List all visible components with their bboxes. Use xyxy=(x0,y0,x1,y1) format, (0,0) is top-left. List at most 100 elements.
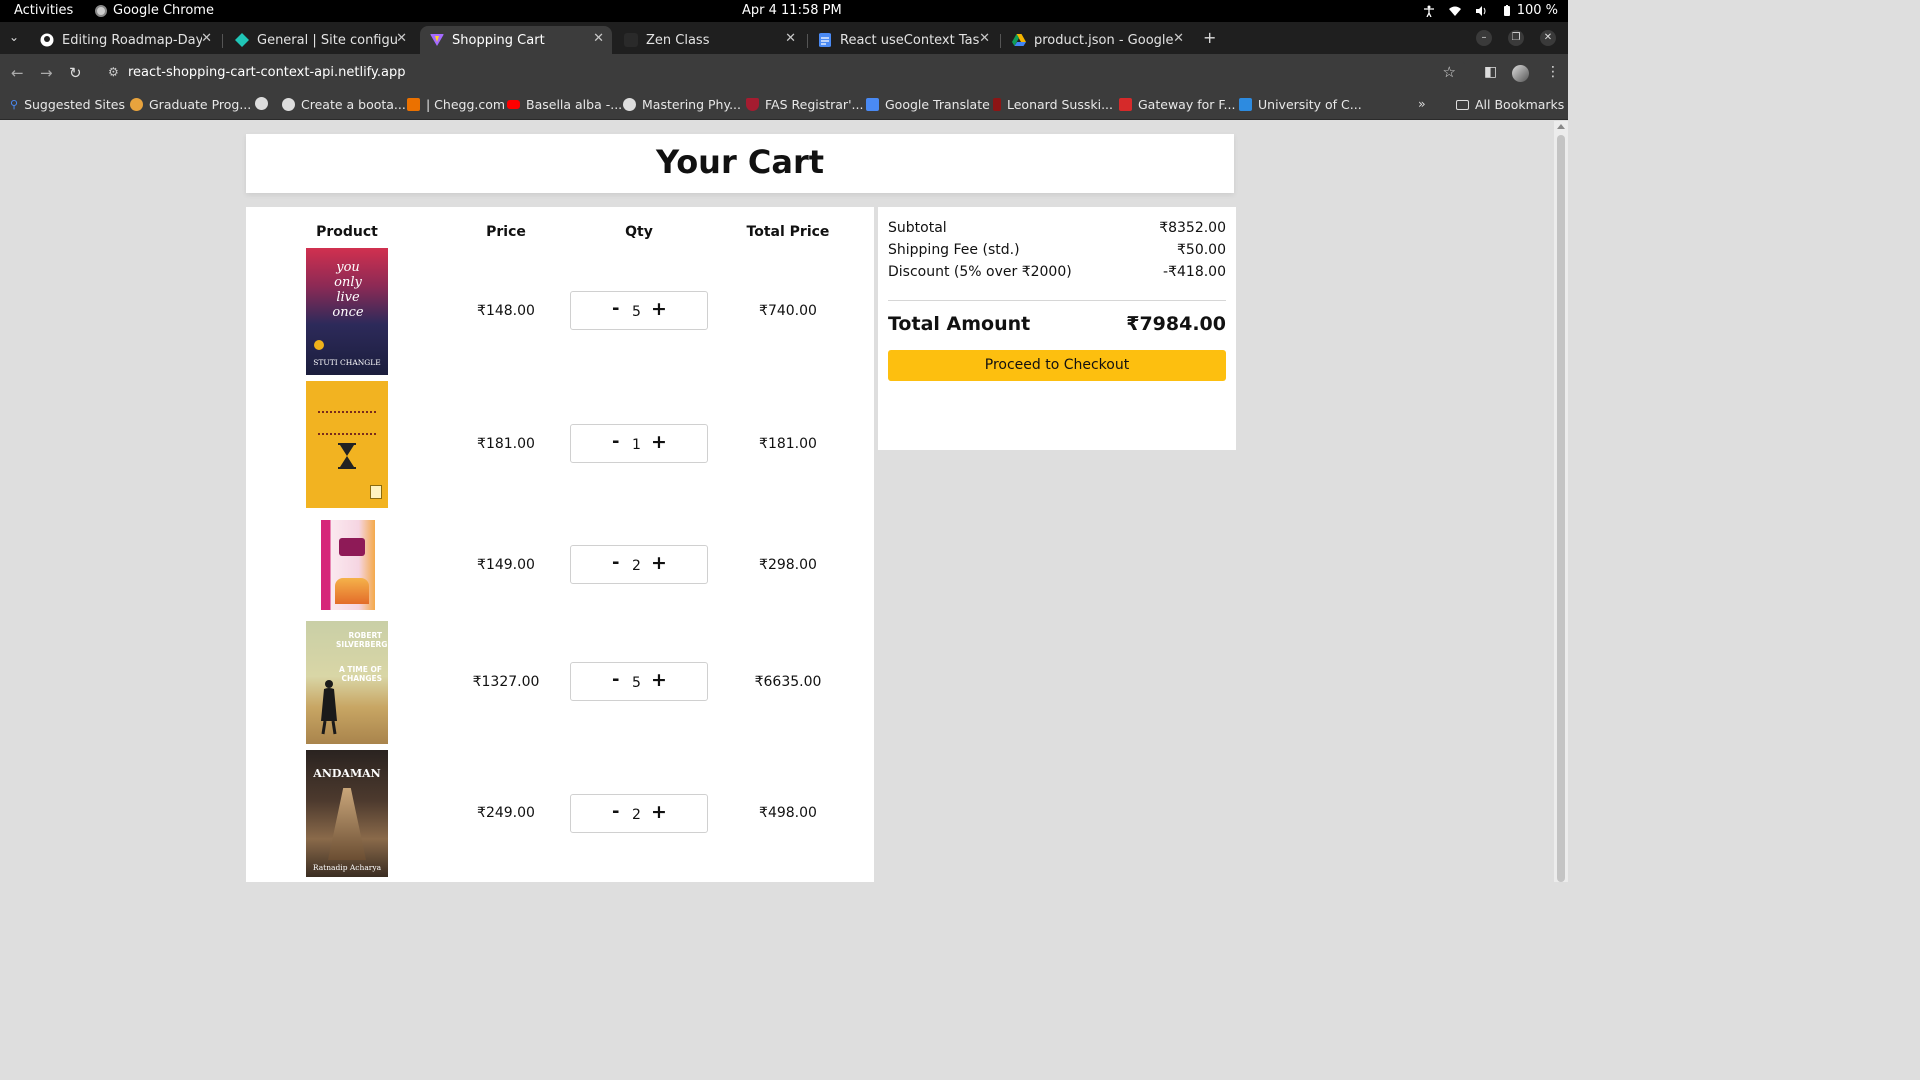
book-cover-image xyxy=(321,520,375,610)
battery-icon xyxy=(1503,4,1510,16)
university-icon xyxy=(1239,98,1252,111)
new-tab-button[interactable]: + xyxy=(1203,28,1216,47)
increase-qty-button[interactable]: + xyxy=(651,431,667,453)
activities-button[interactable]: Activities xyxy=(14,3,73,18)
restore-button[interactable]: ❐ xyxy=(1508,30,1524,46)
tab-title: Shopping Cart xyxy=(452,32,545,48)
cart-items-table: Product Price Qty Total Price you only l… xyxy=(246,207,874,882)
bookmark-star-icon[interactable]: ☆ xyxy=(1443,63,1456,81)
tab-zen-class[interactable]: Zen Class ✕ xyxy=(614,26,804,54)
app-name: Google Chrome xyxy=(113,3,214,18)
decrease-qty-button[interactable]: - xyxy=(612,669,619,690)
tab-site-configuration[interactable]: General | Site configurat ✕ xyxy=(225,26,415,54)
decrease-qty-button[interactable]: - xyxy=(612,801,619,822)
book-cover-image: you only live once STUTI CHANGLE xyxy=(306,248,388,375)
bookmark-suggested-sites[interactable]: ⚲ Suggested Sites xyxy=(10,97,125,112)
cover-title-text: you only live once xyxy=(332,260,364,320)
page-title: Your Cart xyxy=(655,143,825,181)
quantity-value: 5 xyxy=(632,675,641,691)
cover-corridor xyxy=(328,788,366,860)
site-info-icon[interactable]: ⚙ xyxy=(108,65,119,79)
cart-header: Your Cart xyxy=(246,134,1234,193)
close-icon[interactable]: ✕ xyxy=(785,31,796,46)
bookmark-google-translate[interactable]: Google Translate xyxy=(866,97,990,112)
shield-icon xyxy=(746,98,759,111)
reload-button[interactable]: ↻ xyxy=(69,64,82,82)
all-bookmarks-button[interactable]: All Bookmarks xyxy=(1456,97,1564,112)
increase-qty-button[interactable]: + xyxy=(651,669,667,691)
tab-shopping-cart[interactable]: Shopping Cart ✕ xyxy=(420,26,612,54)
cover-author-text: Ratnadip Acharya xyxy=(312,863,382,872)
close-icon[interactable]: ✕ xyxy=(201,31,212,46)
profile-avatar[interactable] xyxy=(1512,65,1529,82)
more-bookmarks-chevron-icon[interactable]: » xyxy=(1418,96,1426,111)
close-icon[interactable]: ✕ xyxy=(593,31,604,46)
quantity-stepper: - 2 + xyxy=(570,545,708,584)
close-window-button[interactable]: ✕ xyxy=(1540,30,1556,46)
discount-value: -₹418.00 xyxy=(1163,264,1226,280)
book-cover-image: ANDAMAN Ratnadip Acharya xyxy=(306,750,388,877)
proceed-to-checkout-button[interactable]: Proceed to Checkout xyxy=(888,350,1226,381)
back-button[interactable]: ← xyxy=(11,64,24,82)
bookmark-leonard-susskind[interactable]: Leonard Susski... xyxy=(993,97,1113,112)
volume-icon xyxy=(1475,5,1486,16)
minimize-button[interactable]: – xyxy=(1476,30,1492,46)
bookmark-chegg[interactable]: | Chegg.com xyxy=(407,97,505,112)
table-row: ₹149.00 - 2 + ₹298.00 xyxy=(246,520,874,610)
page-scrollbar[interactable] xyxy=(1554,121,1568,882)
table-row: you only live once STUTI CHANGLE ₹148.00… xyxy=(246,248,874,375)
bookmark-graduate-prog[interactable]: Graduate Prog... xyxy=(130,97,251,112)
bookmark-create-bootable[interactable]: Create a boota... xyxy=(282,97,406,112)
page-viewport: Your Cart Product Price Qty Total Price … xyxy=(0,121,1568,882)
bookmark-fas-registrar[interactable]: FAS Registrar'... xyxy=(746,97,863,112)
docs-icon xyxy=(819,33,831,47)
forward-button[interactable]: → xyxy=(40,64,53,82)
hourglass-icon xyxy=(338,443,356,469)
increase-qty-button[interactable]: + xyxy=(651,801,667,823)
app-menu[interactable]: Google Chrome xyxy=(95,3,214,18)
clock[interactable]: Apr 4 11:58 PM xyxy=(742,3,842,18)
youtube-icon xyxy=(507,100,520,109)
close-icon[interactable]: ✕ xyxy=(1173,31,1184,46)
item-total-price: ₹298.00 xyxy=(759,557,817,573)
bookmark-mastering-physics[interactable]: Mastering Phy... xyxy=(623,97,741,112)
decrease-qty-button[interactable]: - xyxy=(612,298,619,319)
decrease-qty-button[interactable]: - xyxy=(612,431,619,452)
globe-icon xyxy=(255,97,268,110)
table-row: ROBERT SILVERBERG A TIME OF CHANGES ₹132… xyxy=(246,621,874,744)
close-icon[interactable]: ✕ xyxy=(979,31,990,46)
quantity-value: 2 xyxy=(632,558,641,574)
menu-kebab-icon[interactable]: ⋮ xyxy=(1546,64,1560,80)
increase-qty-button[interactable]: + xyxy=(651,552,667,574)
column-header-product: Product xyxy=(316,224,378,240)
item-price: ₹1327.00 xyxy=(472,674,540,690)
chegg-icon xyxy=(407,98,420,111)
star-logo-icon xyxy=(130,98,143,111)
item-price: ₹249.00 xyxy=(477,805,535,821)
bookmark-basella-alba[interactable]: Basella alba -... xyxy=(507,97,622,112)
book-cover-image: ROBERT SILVERBERG A TIME OF CHANGES xyxy=(306,621,388,744)
tab-roadmap[interactable]: Editing Roadmap-Day25 ✕ xyxy=(30,26,220,54)
tab-react-usecontext[interactable]: React useContext Task - ✕ xyxy=(808,26,998,54)
side-panel-icon[interactable]: ◧ xyxy=(1484,64,1497,80)
bookmark-globe[interactable] xyxy=(255,97,274,110)
subtotal-value: ₹8352.00 xyxy=(1159,220,1226,236)
scroll-up-arrow-icon[interactable] xyxy=(1557,124,1565,129)
bookmark-gateway[interactable]: Gateway for F... xyxy=(1119,97,1235,112)
folder-icon xyxy=(1456,99,1469,110)
total-label: Total Amount xyxy=(888,313,1031,335)
decrease-qty-button[interactable]: - xyxy=(612,552,619,573)
divider xyxy=(888,300,1226,301)
tab-product-json[interactable]: product.json - Google Dr ✕ xyxy=(1002,26,1192,54)
close-icon[interactable]: ✕ xyxy=(396,31,407,46)
system-tray[interactable]: 100 % xyxy=(1423,3,1558,18)
increase-qty-button[interactable]: + xyxy=(651,298,667,320)
shipping-value: ₹50.00 xyxy=(1177,242,1226,258)
scrollbar-thumb[interactable] xyxy=(1557,135,1565,882)
address-bar[interactable]: ⚙ react-shopping-cart-context-api.netlif… xyxy=(98,59,1468,87)
column-header-price: Price xyxy=(486,224,526,240)
netlify-icon xyxy=(235,33,249,47)
tab-search-chevron-icon[interactable]: ⌄ xyxy=(9,30,19,44)
globe-icon xyxy=(623,98,636,111)
bookmark-university[interactable]: University of C... xyxy=(1239,97,1362,112)
